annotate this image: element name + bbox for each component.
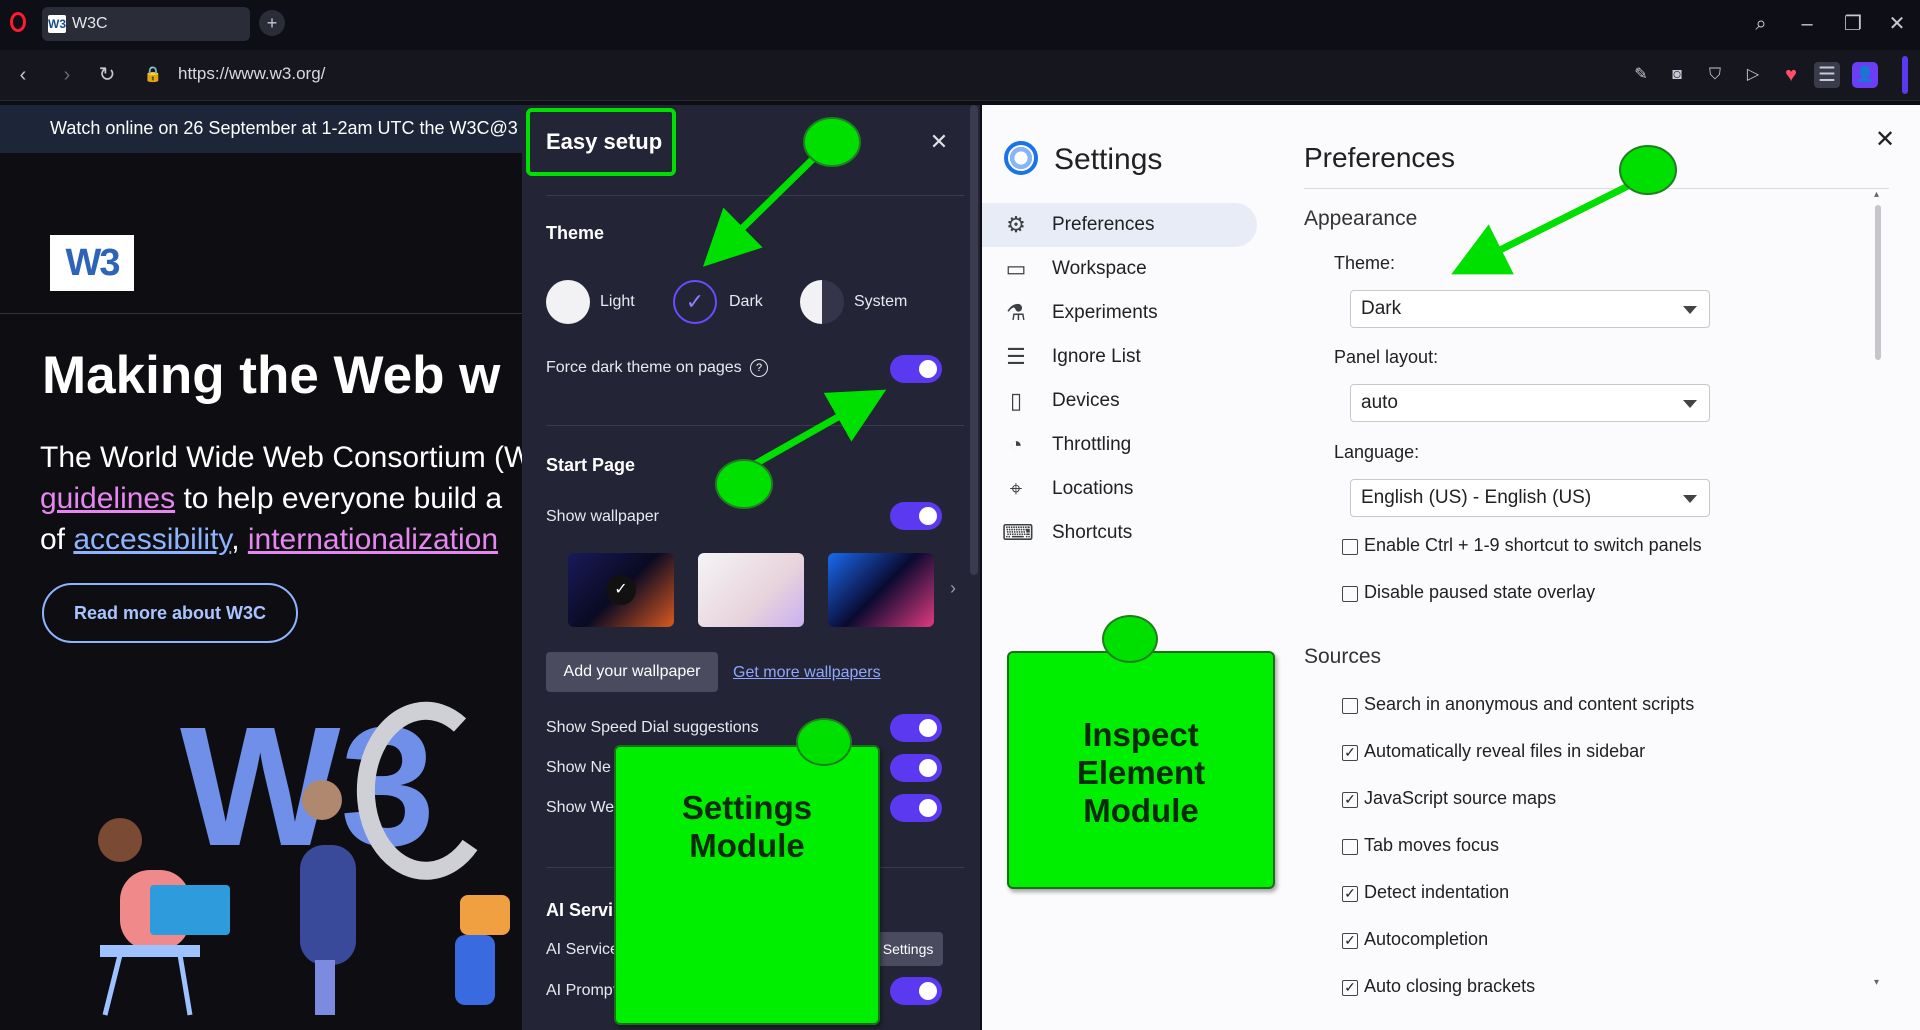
arrow-to-dark-theme — [703, 149, 823, 267]
arrow-pin-3 — [1619, 145, 1677, 195]
arrow-pin-1 — [803, 117, 861, 167]
arrow-pin-2 — [715, 459, 773, 509]
arrow-to-force-dark — [746, 389, 887, 472]
arrow-to-theme-select — [1451, 176, 1642, 275]
annotation-arrows — [703, 117, 1677, 509]
